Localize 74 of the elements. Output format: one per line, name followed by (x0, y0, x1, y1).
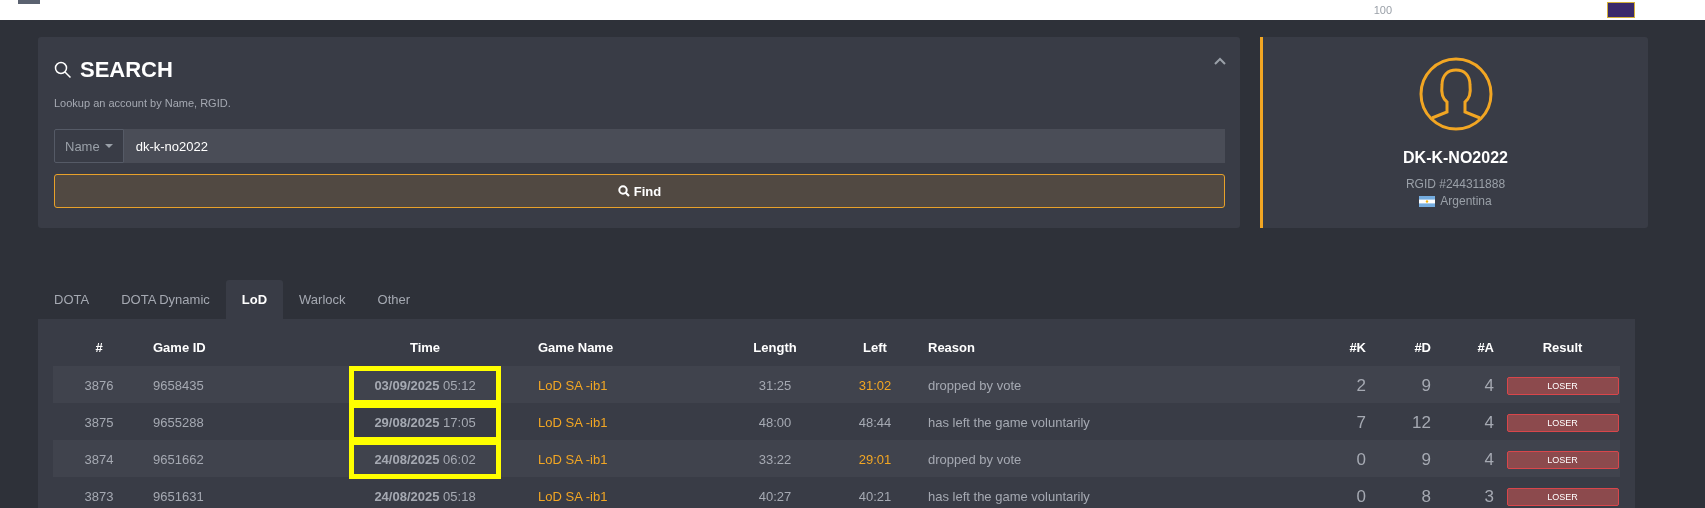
search-icon (54, 61, 72, 79)
table-cell-text: 7 (1355, 412, 1367, 433)
table-cell-text: 0 (1355, 449, 1367, 470)
table-cell-text: 0 (1355, 486, 1367, 507)
column-header: Result (1541, 340, 1584, 355)
game-name-link[interactable]: LoD SA -ib1 (530, 415, 720, 430)
game-tab[interactable]: DOTA Dynamic (105, 280, 226, 319)
game-tab[interactable]: Other (361, 280, 427, 319)
table-cell-text: 4 (1483, 412, 1495, 433)
table-cell-text: 9655288 (152, 415, 205, 430)
column-header: #D (1413, 340, 1432, 355)
table-cell-text: 9 (1420, 375, 1432, 396)
result-badge: LOSER (1506, 413, 1619, 432)
table-cell-text: 48:44 (857, 415, 893, 430)
column-header: # (94, 340, 104, 355)
table-cell-text: 48:00 (757, 415, 793, 430)
table-cell-text: 12 (1411, 412, 1432, 433)
table-cell-text: 3875 (83, 415, 115, 430)
result-badge: LOSER (1506, 376, 1619, 395)
column-header: Game ID (152, 340, 207, 355)
search-icon (617, 185, 630, 197)
profile-country: Argentina (1440, 194, 1492, 208)
table-cell-text: 3876 (83, 378, 115, 393)
table-cell-text: 3873 (83, 489, 115, 504)
table-cell-text: 4 (1483, 449, 1495, 470)
column-header: Left (862, 340, 888, 355)
highlighted-time-cell: 03/09/2025 05:12 (349, 366, 501, 405)
table-cell-text: 31:25 (757, 378, 793, 393)
table-cell-text: 8 (1420, 486, 1432, 507)
game-tab[interactable]: DOTA (38, 280, 106, 319)
table-cell-text: 9651662 (152, 452, 205, 467)
search-input[interactable]: dk-k-no2022 (123, 129, 1225, 163)
highlighted-time-cell: 24/08/2025 06:02 (349, 440, 501, 479)
result-badge: LOSER (1506, 450, 1619, 469)
avatar-icon (1418, 57, 1493, 131)
column-header: Reason (927, 340, 976, 355)
table-cell-text: 31:02 (857, 378, 893, 393)
profile-name: DK-K-NO2022 (1403, 149, 1508, 167)
game-name-link[interactable]: LoD SA -ib1 (530, 452, 720, 467)
column-header: Game Name (537, 340, 615, 355)
game-name-link[interactable]: LoD SA -ib1 (530, 378, 720, 393)
caret-icon (104, 143, 113, 149)
counter-text: 100 (1373, 4, 1392, 16)
table-cell-text: 9658435 (152, 378, 205, 393)
table-cell-text: 9 (1420, 449, 1432, 470)
search-title: SEARCH (80, 57, 173, 83)
table-cell-text: dropped by vote (927, 378, 1023, 393)
find-button[interactable]: Find (54, 174, 1225, 208)
table-cell-text: 3 (1483, 486, 1495, 507)
search-subtitle: Lookup an account by Name, RGID. (54, 97, 232, 109)
table-cell-text: 33:22 (757, 452, 793, 467)
column-header: #A (1476, 340, 1495, 355)
table-cell-text: 29:01 (857, 452, 893, 467)
table-cell-text: 4 (1483, 375, 1495, 396)
profile-rgid: RGID #244311888 (1405, 177, 1506, 191)
search-mode-dropdown[interactable]: Name (54, 129, 124, 163)
chevron-up-icon[interactable] (1214, 57, 1226, 65)
flag-icon (1419, 195, 1436, 207)
game-tab[interactable]: LoD (225, 280, 284, 319)
table-cell-text: 40:27 (757, 489, 793, 504)
game-name-link[interactable]: LoD SA -ib1 (530, 489, 720, 504)
table-cell-text: 40:21 (857, 489, 893, 504)
result-badge: LOSER (1506, 487, 1619, 506)
game-tab[interactable]: Warlock (283, 280, 362, 319)
table-cell-text: 9651631 (152, 489, 205, 504)
table-cell-text: 2 (1355, 375, 1367, 396)
column-header: Length (752, 340, 798, 355)
table-cell-text: dropped by vote (927, 452, 1023, 467)
table-cell-text: has left the game voluntarily (927, 489, 1091, 504)
table-cell-text: has left the game voluntarily (927, 415, 1091, 430)
table-cell-text: 24/08/2025 05:18 (373, 488, 477, 506)
column-header: #K (1348, 340, 1367, 355)
column-header: Time (408, 340, 442, 355)
table-cell-text: 3874 (83, 452, 115, 467)
